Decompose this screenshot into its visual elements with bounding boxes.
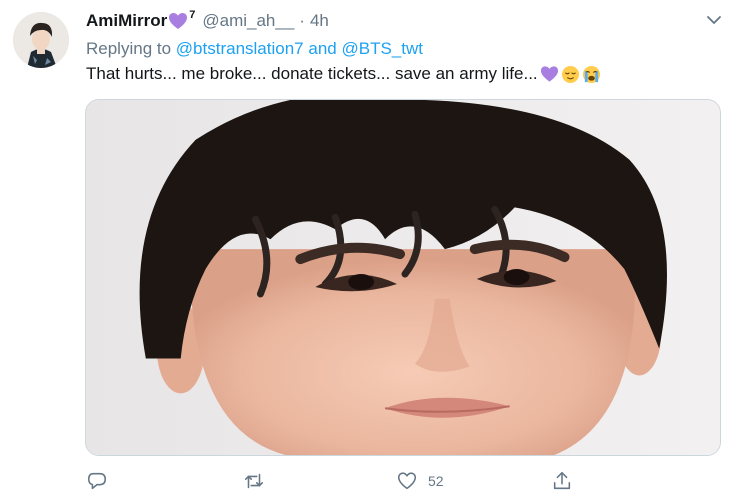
purple-heart-icon bbox=[540, 65, 559, 84]
chevron-down-icon[interactable] bbox=[706, 12, 722, 28]
mention-link-2[interactable]: @BTS_twt bbox=[341, 39, 423, 58]
avatar[interactable] bbox=[13, 12, 69, 68]
retweet-button[interactable] bbox=[243, 466, 275, 496]
separator-dot: · bbox=[299, 11, 305, 30]
reply-button[interactable] bbox=[86, 466, 118, 496]
tweet[interactable]: AmiMirror 7 @ami_ah__ · 4h Replying to @… bbox=[0, 0, 740, 504]
name-superscript: 7 bbox=[189, 9, 196, 21]
retweet-icon bbox=[243, 470, 265, 492]
timestamp[interactable]: 4h bbox=[310, 10, 329, 32]
display-name[interactable]: AmiMirror bbox=[86, 10, 167, 32]
tweet-text: That hurts... me broke... donate tickets… bbox=[86, 63, 601, 85]
mention-link-1[interactable]: @btstranslation7 bbox=[176, 39, 304, 58]
replying-prefix: Replying to bbox=[86, 39, 172, 58]
reply-icon bbox=[86, 470, 108, 492]
tweet-body: That hurts... me broke... donate tickets… bbox=[86, 64, 538, 83]
tweet-header: AmiMirror 7 @ami_ah__ · 4h bbox=[86, 9, 329, 32]
tweet-image[interactable] bbox=[85, 99, 721, 456]
share-button[interactable] bbox=[551, 466, 583, 496]
loudly-crying-face-icon bbox=[582, 65, 601, 84]
user-handle[interactable]: @ami_ah__ bbox=[202, 10, 294, 32]
share-icon bbox=[551, 470, 573, 492]
like-heart-icon bbox=[396, 470, 418, 492]
like-count: 52 bbox=[428, 473, 444, 489]
replying-to-line: Replying to @btstranslation7 and @BTS_tw… bbox=[86, 38, 423, 60]
relieved-face-icon bbox=[561, 65, 580, 84]
replying-and[interactable]: and bbox=[308, 39, 336, 58]
like-button[interactable]: 52 bbox=[396, 466, 444, 496]
tweet-actions: 52 bbox=[86, 466, 722, 496]
purple-heart-icon bbox=[168, 12, 188, 30]
